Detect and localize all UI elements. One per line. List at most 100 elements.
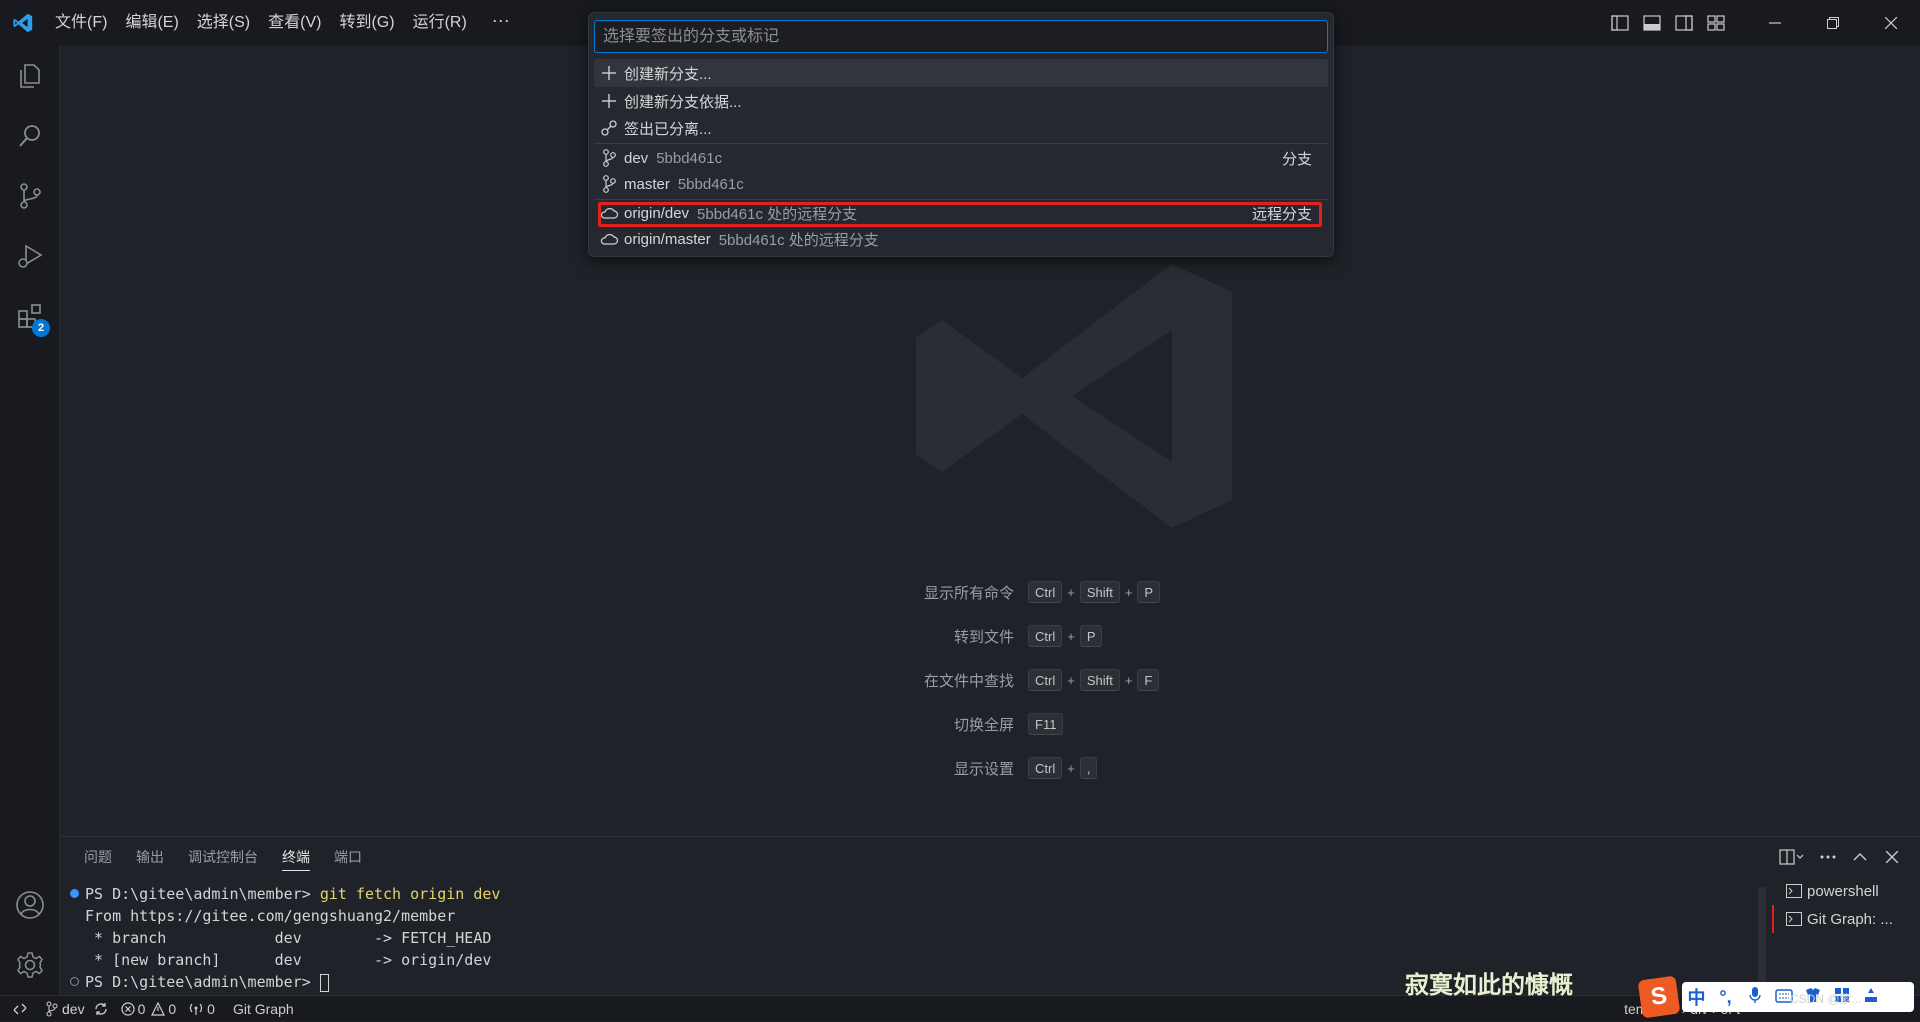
key-plus: + bbox=[1124, 584, 1133, 600]
ime-mic-icon[interactable] bbox=[1740, 986, 1769, 1009]
branch-name: dev bbox=[624, 149, 649, 167]
keycap: , bbox=[1079, 757, 1098, 779]
terminal-line: PS D:\gitee\admin\member> bbox=[68, 971, 500, 993]
toggle-primary-sidebar-icon[interactable] bbox=[1604, 0, 1636, 46]
keycap: F11 bbox=[1028, 713, 1064, 735]
shortcut-label: 在文件中查找 bbox=[923, 672, 1014, 690]
split-terminal-icon[interactable] bbox=[1772, 849, 1812, 865]
terminal-line: From https://gitee.com/gengshuang2/membe… bbox=[85, 907, 456, 925]
search-icon[interactable] bbox=[0, 106, 60, 166]
menu-view[interactable]: 查看(V) bbox=[259, 0, 330, 46]
tab-problems[interactable]: 问题 bbox=[72, 837, 124, 877]
problems-status[interactable]: 0 0 bbox=[115, 996, 183, 1022]
keycap: P bbox=[1079, 625, 1103, 647]
tab-output[interactable]: 输出 bbox=[124, 837, 176, 877]
remote-branch-name: origin/master bbox=[624, 230, 711, 248]
key-plus: + bbox=[1067, 628, 1075, 644]
status-bar: dev 0 0 0 Git Graph template › div › el-… bbox=[0, 995, 1920, 1021]
git-graph-button[interactable]: Git Graph bbox=[227, 996, 300, 1022]
menu-selection[interactable]: 选择(S) bbox=[188, 0, 259, 46]
ime-language[interactable]: 中 bbox=[1682, 984, 1711, 1010]
keycap: Ctrl bbox=[1028, 757, 1063, 779]
checkout-detached-item[interactable]: 签出已分离... bbox=[594, 114, 1328, 142]
shortcut-row: 显示设置 Ctrl +, bbox=[872, 746, 1292, 790]
red-highlight-annotation bbox=[598, 202, 1322, 227]
ime-toolbar[interactable]: S 中 °, bbox=[1637, 975, 1920, 1019]
shortcut-label: 转到文件 bbox=[953, 628, 1014, 646]
branch-status[interactable]: dev bbox=[40, 996, 115, 1022]
toggle-panel-icon[interactable] bbox=[1636, 0, 1668, 46]
create-branch-item[interactable]: 创建新分支... bbox=[594, 59, 1328, 87]
create-branch-label: 创建新分支... bbox=[624, 65, 712, 83]
terminal-tab-powershell[interactable]: powershell bbox=[1772, 877, 1920, 905]
ports-status[interactable]: 0 bbox=[182, 996, 221, 1022]
keycap: F bbox=[1137, 669, 1160, 691]
key-plus: + bbox=[1124, 672, 1133, 688]
vscode-watermark-icon bbox=[872, 264, 1232, 549]
create-branch-from-label: 创建新分支依据... bbox=[624, 93, 742, 111]
tab-ports[interactable]: 端口 bbox=[322, 837, 374, 877]
overlay-caption: 寂寞如此的慷慨 bbox=[1405, 972, 1573, 999]
minimize-icon[interactable] bbox=[1746, 0, 1804, 46]
branch-commit: 5bbd461c bbox=[677, 175, 744, 193]
create-branch-from-item[interactable]: 创建新分支依据... bbox=[594, 87, 1328, 115]
plus-icon bbox=[594, 94, 624, 108]
terminal-tab-git-graph[interactable]: Git Graph: ... bbox=[1772, 905, 1920, 933]
menu-run[interactable]: 运行(R) bbox=[404, 0, 476, 46]
branch-search-input[interactable]: 选择要签出的分支或标记 bbox=[594, 20, 1328, 53]
maximize-panel-icon[interactable] bbox=[1844, 852, 1876, 862]
shortcut-row: 转到文件 Ctrl + P bbox=[872, 614, 1292, 658]
shortcut-row: 切换全屏 F11 bbox=[872, 702, 1292, 746]
ime-punctuation-icon[interactable]: °, bbox=[1711, 987, 1740, 1008]
menu-edit[interactable]: 编辑(E) bbox=[116, 0, 187, 46]
keycap: Ctrl bbox=[1028, 581, 1063, 603]
source-control-icon[interactable] bbox=[0, 166, 60, 226]
terminal-output[interactable]: PS D:\gitee\admin\member> git fetch orig… bbox=[68, 883, 500, 993]
close-panel-icon[interactable] bbox=[1876, 851, 1908, 863]
shortcut-row: 在文件中查找 Ctrl + Shift + F bbox=[872, 658, 1292, 702]
command-pending-dot bbox=[70, 977, 79, 986]
keycap: Ctrl bbox=[1028, 669, 1063, 691]
key-plus: + bbox=[1067, 584, 1075, 600]
git-branch-icon bbox=[46, 1001, 58, 1016]
explorer-icon[interactable] bbox=[0, 46, 60, 106]
menu-go[interactable]: 转到(G) bbox=[330, 0, 403, 46]
tab-debug-console[interactable]: 调试控制台 bbox=[176, 837, 270, 877]
sogou-logo[interactable]: S bbox=[1637, 975, 1681, 1019]
vscode-logo-icon bbox=[0, 0, 46, 46]
broadcast-icon bbox=[190, 1003, 203, 1015]
keycap: Shift bbox=[1079, 581, 1120, 603]
menu-more-button[interactable]: ··· bbox=[476, 0, 526, 46]
restore-icon[interactable] bbox=[1804, 0, 1862, 46]
git-branch-icon bbox=[594, 149, 624, 167]
command-success-dot bbox=[70, 889, 79, 898]
accounts-icon[interactable] bbox=[0, 875, 60, 935]
branch-item-dev[interactable]: dev 5bbd461c 分支 bbox=[594, 144, 1328, 172]
terminal-icon bbox=[1786, 884, 1802, 898]
customize-layout-icon[interactable] bbox=[1700, 0, 1732, 46]
more-actions-icon[interactable] bbox=[1812, 855, 1844, 859]
run-debug-icon[interactable] bbox=[0, 226, 60, 286]
terminal-scrollbar[interactable] bbox=[1758, 887, 1766, 987]
branch-item-master[interactable]: master 5bbd461c bbox=[594, 170, 1328, 198]
manage-gear-icon[interactable] bbox=[0, 935, 60, 995]
menu-file[interactable]: 文件(F) bbox=[46, 0, 116, 46]
terminal-icon bbox=[1786, 912, 1802, 926]
branch-name: master bbox=[624, 175, 670, 193]
toggle-secondary-sidebar-icon[interactable] bbox=[1668, 0, 1700, 46]
terminal-line: PS D:\gitee\admin\member> git fetch orig… bbox=[68, 883, 500, 905]
extensions-icon[interactable]: 2 bbox=[0, 286, 60, 346]
csdn-watermark: CSDN @紫... bbox=[1790, 992, 1862, 1006]
tab-terminal[interactable]: 终端 bbox=[270, 837, 322, 877]
shortcut-label: 显示所有命令 bbox=[923, 584, 1014, 602]
keycap: Shift bbox=[1079, 669, 1120, 691]
remote-indicator-icon[interactable] bbox=[0, 1002, 40, 1016]
close-window-icon[interactable] bbox=[1862, 0, 1920, 46]
git-branch-icon bbox=[594, 175, 624, 193]
branch-commit: 5bbd461c bbox=[656, 149, 723, 167]
sync-icon bbox=[94, 1002, 107, 1015]
shortcut-hints: 显示所有命令 Ctrl + Shift + P 转到文件 Ctrl + P 在文件中查找 Ctrl + S… bbox=[872, 570, 1292, 790]
extensions-badge: 2 bbox=[32, 319, 50, 337]
terminal-cursor bbox=[319, 973, 329, 992]
remote-branch-item-origin-master[interactable]: origin/master 5bbd461c 处的远程分支 bbox=[594, 225, 1328, 253]
